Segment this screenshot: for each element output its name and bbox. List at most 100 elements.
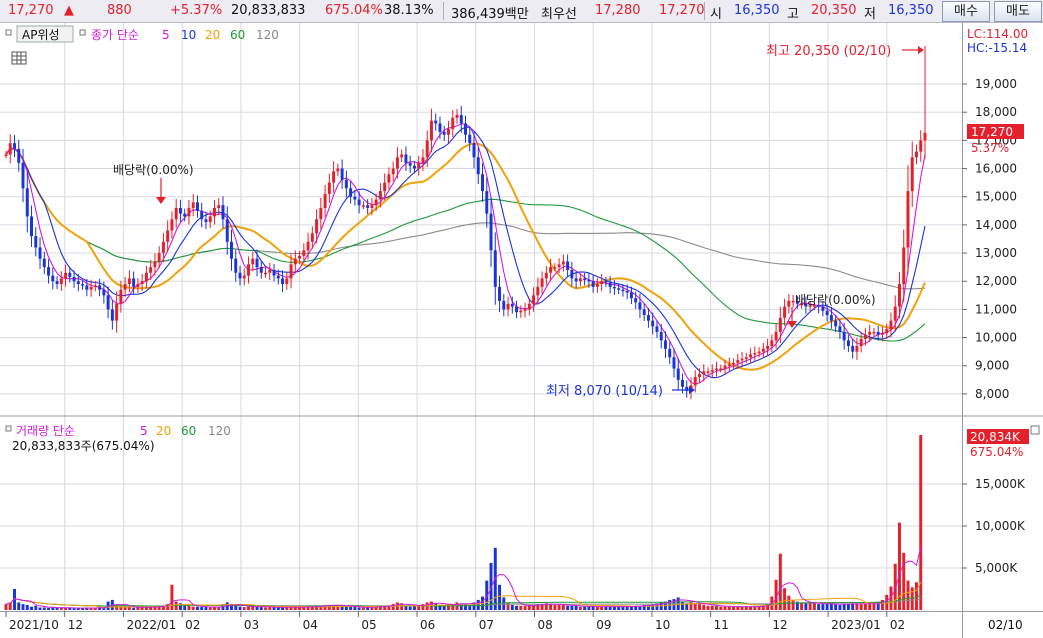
candle-body bbox=[64, 272, 68, 279]
candle-body bbox=[425, 140, 429, 158]
candle-body bbox=[698, 374, 701, 378]
candle-body bbox=[561, 261, 565, 265]
candle-body bbox=[612, 286, 616, 289]
volume-bar bbox=[349, 606, 353, 610]
candle-body bbox=[285, 278, 289, 285]
volume-bar bbox=[804, 603, 808, 610]
volume-bar bbox=[753, 606, 757, 610]
volume-bar bbox=[715, 605, 719, 610]
volume-bar bbox=[706, 605, 710, 610]
volume-bar bbox=[566, 605, 570, 610]
candle-body bbox=[144, 272, 148, 282]
candle-body bbox=[706, 371, 710, 373]
candle-body bbox=[8, 143, 12, 155]
volume-tick-label: 10,000K bbox=[975, 519, 1026, 533]
volume-bar bbox=[783, 588, 787, 610]
candle-body bbox=[476, 157, 480, 175]
volume-bar bbox=[72, 608, 76, 610]
volume-bar bbox=[561, 604, 565, 610]
volume-bar bbox=[353, 607, 357, 610]
candle-body bbox=[855, 346, 859, 352]
buy-button[interactable]: 매수 bbox=[942, 1, 990, 22]
volume-bar bbox=[234, 605, 238, 610]
candle-body bbox=[532, 295, 536, 304]
candle-body bbox=[234, 258, 238, 273]
stock-chart[interactable]: AP위성 종가 단순 5 10 20 60 120 최고 20,350 (02/… bbox=[0, 23, 1043, 638]
candle-body bbox=[544, 272, 548, 279]
candle-body bbox=[668, 348, 672, 358]
candle-body bbox=[110, 309, 114, 321]
candle-body bbox=[621, 289, 625, 292]
candle-body bbox=[863, 334, 867, 339]
candle-body bbox=[238, 272, 242, 279]
current-date-label: 02/10 bbox=[988, 618, 1023, 632]
candle-body bbox=[646, 315, 650, 321]
candle-body bbox=[212, 207, 216, 217]
candle-body bbox=[893, 306, 897, 321]
candle-body bbox=[336, 168, 340, 172]
volume-bar bbox=[736, 606, 740, 610]
candle-body bbox=[651, 320, 655, 327]
candle-body bbox=[21, 162, 25, 189]
candle-body bbox=[302, 250, 306, 256]
candle-body bbox=[523, 309, 527, 311]
volume-bar bbox=[208, 607, 212, 610]
price-tick-label: 19,000 bbox=[975, 77, 1017, 91]
volume-bar bbox=[578, 606, 582, 610]
candle-body bbox=[851, 346, 855, 352]
x-axis-label: 10 bbox=[655, 618, 670, 632]
x-axis-label: 09 bbox=[596, 618, 611, 632]
trade-amount: 386,439백만 bbox=[451, 7, 529, 22]
candle-body bbox=[170, 219, 174, 231]
candle-body bbox=[906, 191, 910, 248]
x-axis-label: 05 bbox=[361, 618, 376, 632]
candle-body bbox=[868, 331, 872, 335]
volume-bar bbox=[515, 605, 519, 610]
ma10-legend: 10 bbox=[181, 28, 196, 42]
candle-body bbox=[880, 333, 884, 335]
current-price: 17,270 bbox=[8, 3, 54, 18]
candle-body bbox=[557, 264, 561, 268]
candle-body bbox=[93, 285, 97, 287]
volume-bar bbox=[404, 605, 408, 610]
candle-body bbox=[208, 216, 212, 223]
volume-bar bbox=[842, 604, 846, 610]
candle-body bbox=[378, 191, 382, 200]
hc-label: HC:-15.14 bbox=[967, 41, 1027, 55]
volume-bar bbox=[621, 606, 625, 610]
candle-body bbox=[136, 284, 140, 287]
volume-bar bbox=[510, 604, 514, 610]
candle-body bbox=[902, 247, 906, 285]
volume-bar bbox=[42, 607, 46, 610]
candle-body bbox=[719, 368, 723, 371]
volume-bar bbox=[200, 607, 204, 610]
dividend-label-1: 배당락(0.00%) bbox=[113, 163, 194, 177]
candle-body bbox=[166, 230, 170, 242]
candle-body bbox=[889, 320, 893, 330]
volume-bar bbox=[191, 606, 195, 610]
grid-table-icon[interactable] bbox=[11, 51, 27, 65]
x-axis-label: 12 bbox=[772, 618, 787, 632]
candle-body bbox=[770, 340, 774, 347]
candle-body bbox=[919, 140, 923, 152]
ma60-legend: 60 bbox=[230, 28, 245, 42]
candle-body bbox=[732, 362, 736, 365]
x-axis-label: 2023/01 bbox=[831, 618, 881, 632]
candle-body bbox=[400, 154, 404, 158]
candle-body bbox=[4, 154, 8, 156]
candle-body bbox=[672, 357, 676, 369]
candle-body bbox=[383, 182, 387, 192]
volume-bar bbox=[4, 604, 8, 610]
candle-body bbox=[306, 241, 310, 251]
close-icon[interactable] bbox=[1030, 425, 1040, 435]
volume-bar bbox=[408, 606, 412, 610]
volume-bar bbox=[612, 606, 616, 610]
candle-body bbox=[774, 331, 778, 341]
candle-body bbox=[464, 123, 467, 135]
candle-body bbox=[468, 134, 472, 144]
sell-button[interactable]: 매도 bbox=[994, 1, 1042, 22]
candle-body bbox=[834, 320, 838, 327]
candle-body bbox=[715, 368, 719, 371]
candle-body bbox=[885, 329, 889, 334]
candle-body bbox=[340, 168, 344, 180]
